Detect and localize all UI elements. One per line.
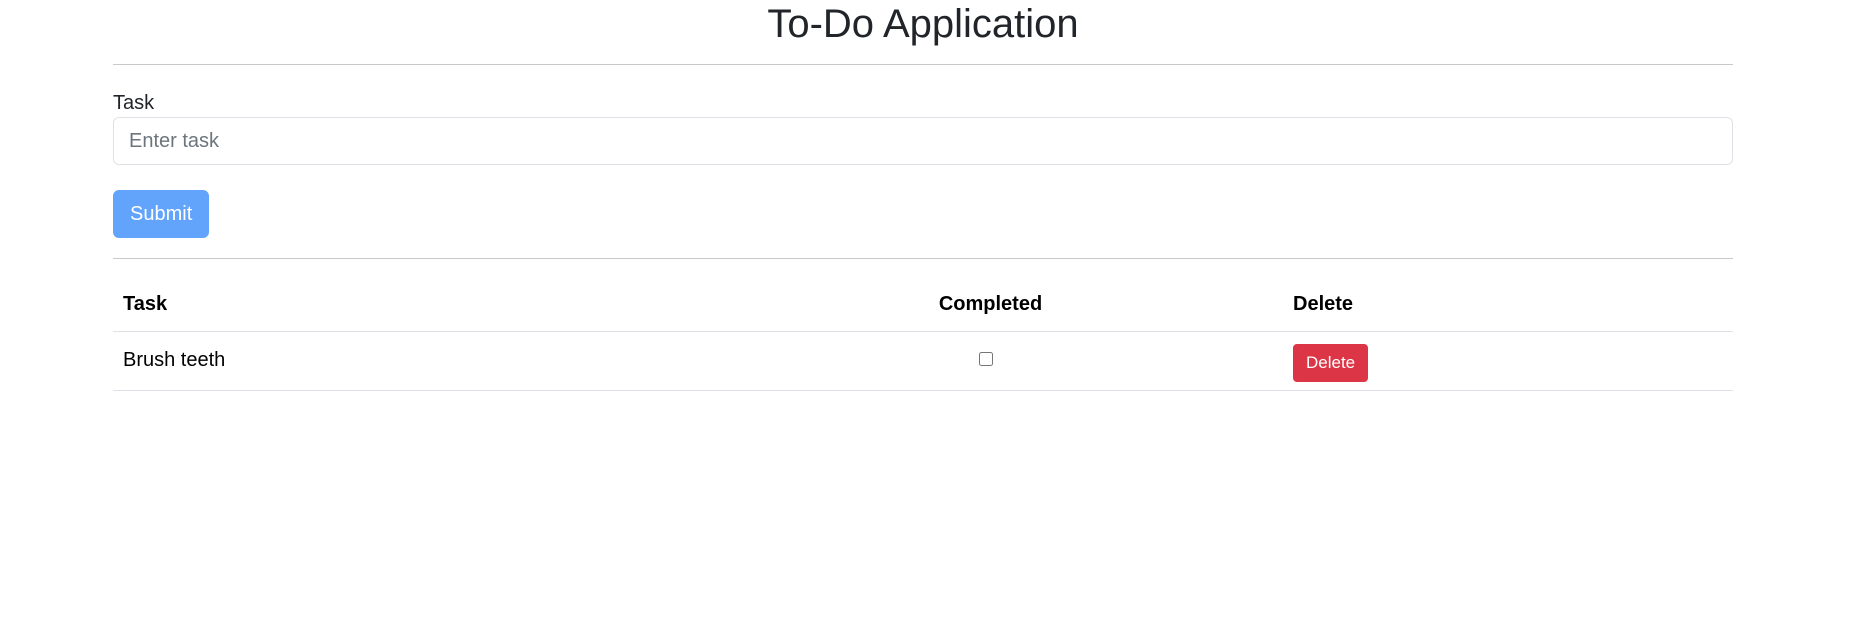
table-header-row: Task Completed Delete [113,279,1733,332]
table-row: Brush teeth Delete [113,331,1733,391]
completed-cell [698,331,1283,391]
task-form: Task Submit [113,91,1733,238]
task-column-header: Task [113,279,698,332]
task-input[interactable] [113,117,1733,165]
delete-cell: Delete [1283,331,1733,391]
todo-table: Task Completed Delete Brush teeth Delete [113,279,1733,391]
task-label: Task [113,92,155,114]
completed-column-header: Completed [698,279,1283,332]
delete-button[interactable]: Delete [1293,343,1369,382]
submit-button[interactable]: Submit [113,190,210,238]
page-title: To-Do Application [767,2,1079,46]
app-container: To-Do Application Task Submit Task Compl… [113,0,1733,391]
delete-column-header: Delete [1283,279,1733,332]
task-cell: Brush teeth [113,331,698,391]
header-divider [113,64,1733,65]
completed-checkbox[interactable] [978,351,993,366]
form-divider [113,258,1733,259]
